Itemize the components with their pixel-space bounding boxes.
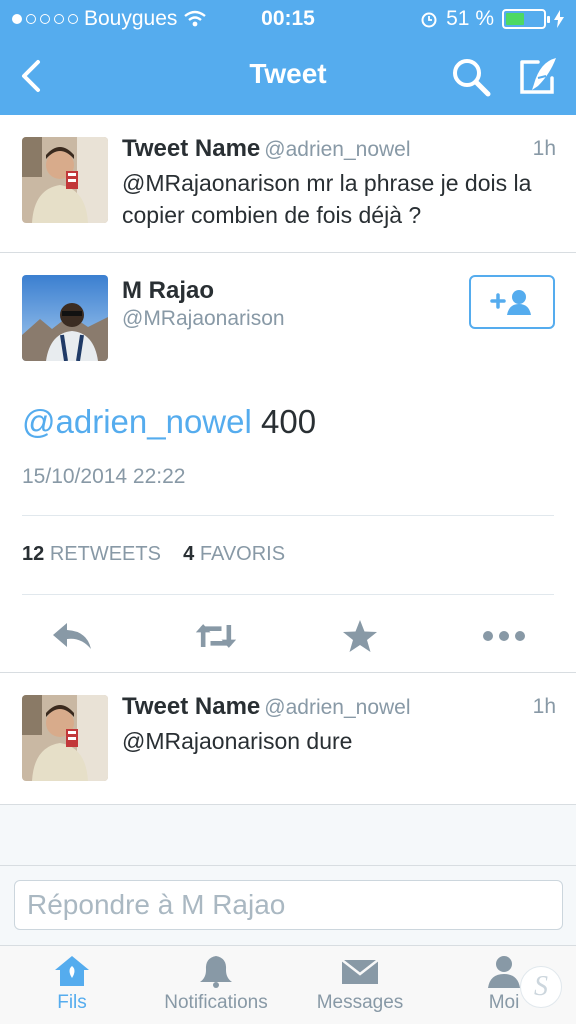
star-icon [343,620,377,652]
retweets-stat[interactable]: 12 RETWEETS [22,543,161,565]
watermark-logo: S [520,966,562,1008]
author-name[interactable]: M Rajao [122,277,214,305]
author-handle: @MRajaonarison [122,307,285,330]
compose-icon[interactable] [516,54,560,98]
bell-icon [200,956,232,988]
mention-link[interactable]: @adrien_nowel [22,403,252,440]
avatar[interactable] [22,137,108,223]
tweet-actions [0,598,576,673]
tweet-date: 15/10/2014 22:22 [22,465,186,488]
avatar[interactable] [22,275,108,361]
alarm-icon [421,12,437,28]
tweet-row-reply[interactable]: Tweet Name @adrien_nowel 1h @MRajaonariso… [0,673,576,805]
favorites-count: 4 [183,543,195,565]
tweet-header: Tweet Name @adrien_nowel 1h [122,693,556,721]
nav-bar: Tweet [0,40,576,115]
favorite-button[interactable] [338,616,382,656]
status-bar: Bouygues 00:15 51 % [0,0,576,40]
avatar[interactable] [22,695,108,781]
tweet-author-name[interactable]: Tweet Name [122,693,260,720]
tweet-text: @MRajaonarison dure [122,728,353,754]
tab-home[interactable]: Fils [0,952,144,1022]
battery-icon [502,9,550,29]
add-user-icon [490,290,531,315]
reply-bar [0,865,576,945]
reply-input[interactable] [14,880,563,930]
retweet-button[interactable] [194,616,238,656]
follow-button[interactable] [469,275,555,329]
retweet-icon [195,624,237,648]
divider [22,515,554,516]
search-icon[interactable] [450,56,492,98]
retweets-count: 12 [22,543,45,565]
tweet-body: @adrien_nowel 400 [22,403,316,441]
tab-label: Messages [316,992,404,1013]
tab-messages[interactable]: Messages [288,952,432,1022]
more-icon [483,631,525,641]
tweet-author-handle: @adrien_nowel [264,696,411,719]
status-right: 51 % [420,7,564,31]
tweet-time: 1h [532,695,556,718]
charging-icon [554,10,564,28]
divider [22,594,554,595]
person-icon [488,956,520,988]
tweet-header: Tweet Name @adrien_nowel 1h [122,135,556,163]
tweet-time: 1h [532,137,556,160]
battery-label: 51 % [446,7,494,30]
tweet-text: @MRajaonarison mr la phrase je dois la c… [122,170,532,228]
home-icon [55,956,89,986]
reply-icon [53,623,91,649]
more-button[interactable] [482,616,526,656]
tab-label: Fils [57,992,87,1013]
tweet-body-text: 400 [260,403,317,440]
favorites-label: FAVORIS [199,543,286,565]
tab-notifications[interactable]: Notifications [144,952,288,1022]
tab-bar: Fils Notifications Messages Moi [0,945,576,1024]
retweets-label: RETWEETS [49,543,161,565]
reply-button[interactable] [50,616,94,656]
tweet-author-handle: @adrien_nowel [264,138,411,161]
battery-fill [506,13,524,25]
tab-label: Notifications [164,992,268,1013]
main-tweet: M Rajao @MRajaonarison @adrien_nowel 400… [0,253,576,673]
tweet-row-previous[interactable]: Tweet Name @adrien_nowel 1h @MRajaonariso… [0,115,576,253]
envelope-icon [341,959,379,984]
favorites-stat[interactable]: 4 FAVORIS [183,543,285,565]
top-bar: Bouygues 00:15 51 % Tweet [0,0,576,115]
tweet-stats: 12 RETWEETS 4 FAVORIS [22,543,285,566]
tweet-author-name[interactable]: Tweet Name [122,135,260,162]
